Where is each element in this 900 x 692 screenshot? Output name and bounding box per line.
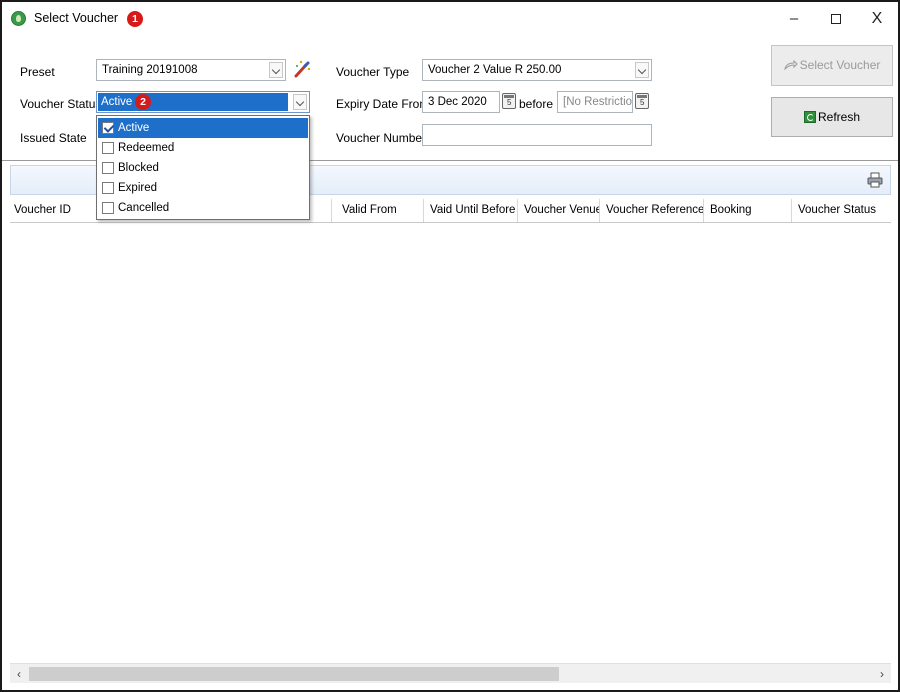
voucher-number-label: Voucher Number: [336, 131, 427, 145]
column-header-voucher-status[interactable]: Voucher Status: [794, 199, 891, 222]
dropdown-option-label: Active: [118, 122, 150, 134]
dropdown-option-label: Blocked: [118, 162, 159, 174]
column-header-booking[interactable]: Booking: [706, 199, 792, 222]
maximize-icon: [831, 14, 841, 25]
refresh-label: Refresh: [817, 110, 861, 124]
voucher-status-dropdown: Active Redeemed Blocked Expired Cancelle…: [96, 115, 310, 220]
title-bar: Select Voucher 1 – X: [2, 2, 898, 36]
dropdown-option-label: Expired: [118, 182, 157, 194]
preset-combo[interactable]: Training 20191008: [96, 59, 286, 81]
scroll-right-icon[interactable]: ›: [875, 666, 889, 682]
voucher-type-combo[interactable]: Voucher 2 Value R 250.00: [422, 59, 652, 81]
calendar-icon[interactable]: [502, 93, 516, 109]
print-icon[interactable]: [867, 172, 883, 188]
expiry-date-before-field[interactable]: [No Restriction]: [557, 91, 633, 113]
magic-wand-icon[interactable]: [293, 59, 311, 79]
before-label: before: [519, 97, 554, 111]
calendar-icon[interactable]: [635, 93, 649, 109]
window-title: Select Voucher: [34, 11, 119, 25]
dropdown-option-active[interactable]: Active: [98, 118, 308, 138]
scrollbar-thumb[interactable]: [29, 667, 559, 681]
voucher-number-input[interactable]: [422, 124, 652, 146]
chevron-down-icon[interactable]: [635, 62, 649, 78]
expiry-date-from-field[interactable]: 3 Dec 2020: [422, 91, 500, 113]
refresh-button[interactable]: Refresh: [771, 97, 893, 137]
expiry-date-from-value: 3 Dec 2020: [428, 96, 487, 108]
dropdown-option-blocked[interactable]: Blocked: [98, 158, 308, 178]
voucher-type-value: Voucher 2 Value R 250.00: [428, 64, 562, 76]
issued-state-label: Issued State: [20, 131, 87, 145]
voucher-status-value: Active: [98, 93, 288, 111]
dropdown-option-redeemed[interactable]: Redeemed: [98, 138, 308, 158]
annotation-badge-1: 1: [127, 11, 143, 27]
horizontal-scrollbar[interactable]: ‹ ›: [10, 663, 891, 683]
chevron-down-icon[interactable]: [293, 94, 307, 110]
preset-label: Preset: [20, 65, 55, 79]
dropdown-option-label: Redeemed: [118, 142, 175, 154]
checkbox-icon[interactable]: [102, 142, 114, 154]
minimize-button[interactable]: –: [774, 6, 814, 32]
dropdown-option-label: Cancelled: [118, 202, 170, 214]
expiry-date-before-value: [No Restriction]: [563, 96, 633, 108]
maximize-button[interactable]: [816, 6, 856, 32]
voucher-type-label: Voucher Type: [336, 65, 410, 79]
voucher-status-combo[interactable]: Active 2: [96, 91, 310, 113]
select-voucher-window: Select Voucher 1 – X Preset Training 201…: [0, 0, 900, 692]
expiry-date-from-label: Expiry Date From: [336, 97, 430, 111]
chevron-down-icon[interactable]: [269, 62, 283, 78]
column-header-voucher-reference[interactable]: Voucher Reference: [602, 199, 704, 222]
annotation-badge-2: 2: [135, 94, 151, 110]
dropdown-option-cancelled[interactable]: Cancelled: [98, 198, 308, 218]
checkbox-icon[interactable]: [102, 182, 114, 194]
checkbox-icon[interactable]: [102, 202, 114, 214]
scroll-left-icon[interactable]: ‹: [12, 666, 26, 682]
close-button[interactable]: X: [857, 6, 897, 32]
column-header-valid-until-before[interactable]: Vaid Until Before: [426, 199, 518, 222]
select-voucher-button[interactable]: Select Voucher: [771, 45, 893, 86]
select-voucher-label: Select Voucher: [799, 58, 881, 72]
forward-arrow-icon: [783, 60, 798, 70]
app-logo-icon: [11, 11, 26, 26]
column-header-voucher-venue[interactable]: Voucher Venue: [520, 199, 600, 222]
refresh-icon: [803, 111, 816, 123]
dropdown-option-expired[interactable]: Expired: [98, 178, 308, 198]
voucher-status-label: Voucher Status: [20, 97, 102, 111]
preset-value: Training 20191008: [102, 64, 198, 76]
checkbox-icon[interactable]: [102, 162, 114, 174]
checkbox-checked-icon[interactable]: [102, 122, 114, 134]
column-header-valid-from[interactable]: Valid From: [338, 199, 424, 222]
